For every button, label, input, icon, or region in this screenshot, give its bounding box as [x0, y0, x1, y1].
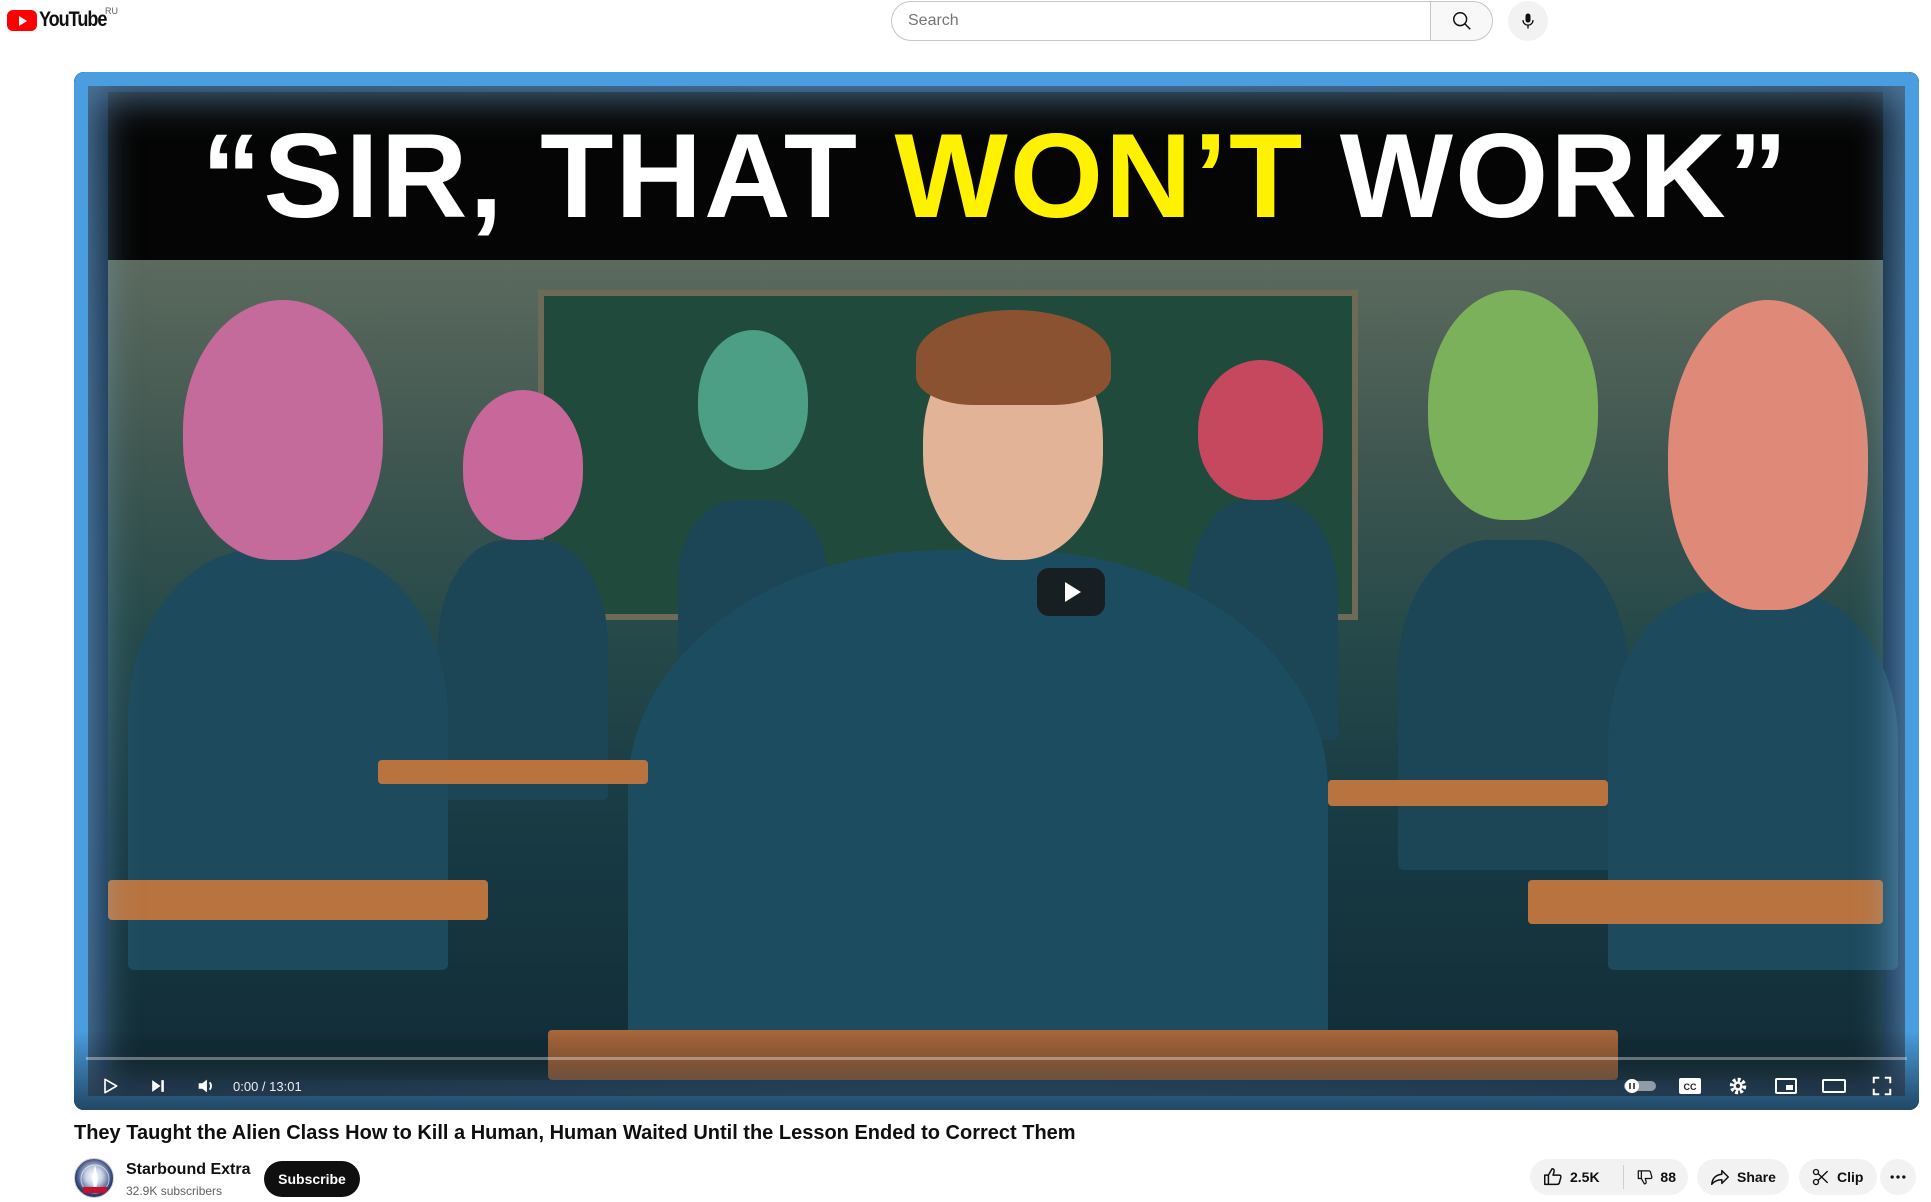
- search-input[interactable]: [891, 1, 1431, 41]
- youtube-logo[interactable]: YouTube: [7, 8, 117, 32]
- settings-button[interactable]: [1718, 1072, 1758, 1100]
- top-bar: YouTube RU: [0, 0, 1931, 41]
- theater-mode-button[interactable]: [1814, 1072, 1854, 1100]
- thumbs-down-icon: [1637, 1170, 1653, 1185]
- dislike-count: 88: [1660, 1169, 1676, 1185]
- clip-label: Clip: [1837, 1169, 1864, 1185]
- play-icon: [104, 1078, 118, 1094]
- video-title: They Taught the Alien Class How to Kill …: [74, 1122, 1076, 1144]
- search-bar: [891, 1, 1493, 41]
- video-thumbnail: “SIR, THAT WON’T WORK”: [74, 72, 1919, 1110]
- share-label: Share: [1737, 1169, 1776, 1185]
- like-button[interactable]: 2.5K: [1530, 1159, 1623, 1195]
- search-button[interactable]: [1430, 1, 1493, 41]
- channel-avatar[interactable]: [74, 1158, 114, 1198]
- share-icon: [1711, 1169, 1729, 1186]
- clip-button-content: Clip: [1799, 1159, 1875, 1195]
- svg-text:CC: CC: [1684, 1082, 1697, 1092]
- autoplay-toggle[interactable]: [1620, 1072, 1660, 1100]
- gear-icon: [1729, 1077, 1747, 1095]
- miniplayer-button[interactable]: [1766, 1072, 1806, 1100]
- subtitles-button[interactable]: CC: [1670, 1072, 1710, 1100]
- channel-name[interactable]: Starbound Extra: [126, 1161, 250, 1179]
- share-button-content: Share: [1697, 1159, 1788, 1195]
- logo-text: YouTube: [39, 8, 107, 31]
- closed-captions-icon: CC: [1679, 1078, 1701, 1094]
- channel-logo-icon: [80, 1164, 110, 1194]
- mute-button[interactable]: [188, 1072, 224, 1100]
- search-icon: [1452, 12, 1471, 30]
- like-dislike-group: 2.5K 88: [1530, 1159, 1688, 1195]
- fullscreen-icon: [1872, 1076, 1892, 1096]
- microphone-icon: [1522, 13, 1534, 29]
- voice-search-button[interactable]: [1508, 1, 1548, 41]
- thumbs-up-icon: [1544, 1168, 1562, 1186]
- scissors-icon: [1812, 1168, 1829, 1186]
- like-count: 2.5K: [1570, 1169, 1600, 1185]
- theater-mode-icon: [1822, 1079, 1846, 1093]
- clip-button[interactable]: Clip: [1799, 1159, 1877, 1195]
- region-code: RU: [105, 6, 118, 16]
- time-display: 0:00 / 13:01: [233, 1079, 302, 1094]
- subscriber-count: 32.9K subscribers: [126, 1184, 223, 1198]
- more-horizontal-icon: [1890, 1175, 1906, 1179]
- play-button[interactable]: [92, 1072, 128, 1100]
- volume-icon: [198, 1079, 212, 1093]
- more-actions-button[interactable]: [1880, 1159, 1916, 1195]
- large-play-button[interactable]: [1037, 568, 1105, 616]
- skip-next-icon: [152, 1080, 164, 1092]
- progress-bar[interactable]: [86, 1057, 1907, 1060]
- fullscreen-button[interactable]: [1862, 1072, 1902, 1100]
- share-button[interactable]: Share: [1697, 1159, 1789, 1195]
- dislike-button[interactable]: 88: [1624, 1159, 1688, 1195]
- youtube-play-icon: [7, 9, 37, 31]
- video-player[interactable]: “SIR, THAT WON’T WORK” 0:00 / 13:01 CC: [74, 72, 1919, 1110]
- miniplayer-icon: [1775, 1078, 1797, 1094]
- subscribe-button[interactable]: Subscribe: [264, 1161, 360, 1197]
- autoplay-toggle-icon: [1624, 1079, 1656, 1093]
- thumbnail-frame: [74, 72, 1919, 1110]
- next-button[interactable]: [140, 1072, 176, 1100]
